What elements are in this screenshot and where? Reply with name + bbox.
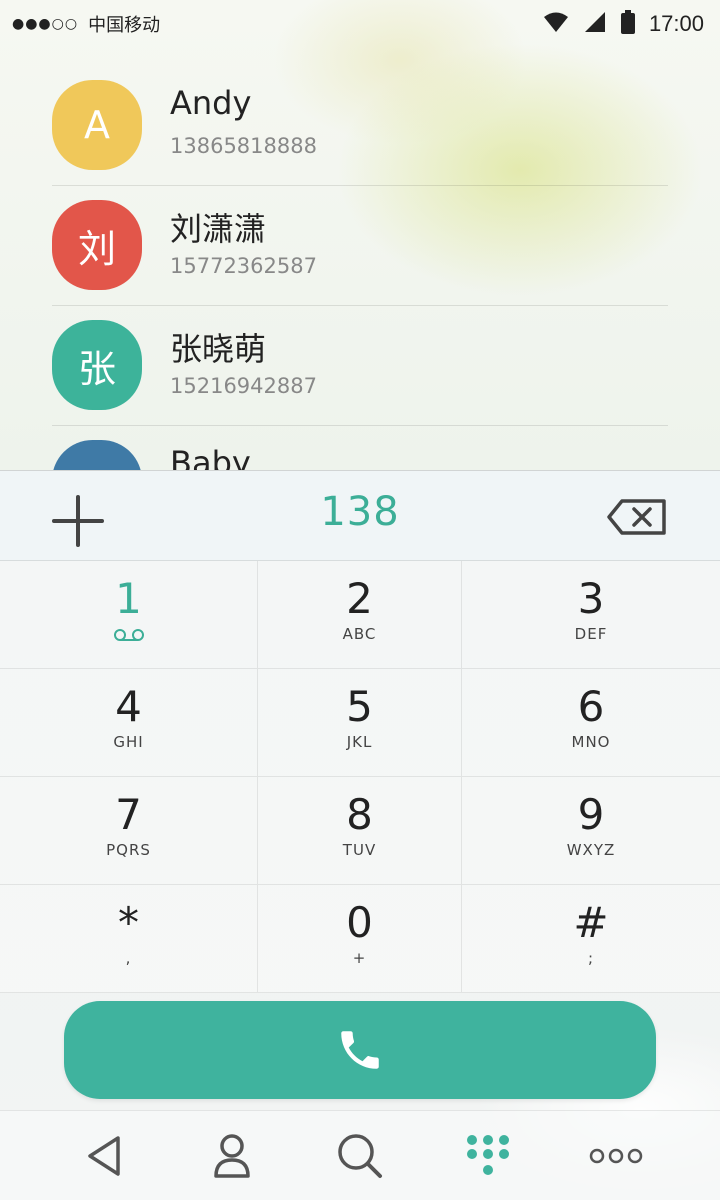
contact-name: 刘潇潇 (170, 210, 267, 248)
call-button[interactable] (64, 1001, 656, 1099)
contact-avatar: 刘 (52, 200, 142, 290)
keypad: 1 2 ABC 3 DEF 4 GHI 5 JKL 6 MNO 7 PQRS 8… (0, 561, 720, 993)
key-letters: WXYZ (566, 841, 616, 859)
contact-name: Baby (170, 444, 251, 470)
carrier-name: 中国移动 (88, 15, 161, 36)
contact-phone: 15216942887 (170, 374, 317, 398)
contact-phone: 13865818888 (170, 134, 317, 158)
key-0[interactable]: 0 + (258, 885, 462, 993)
call-area (0, 993, 720, 1099)
dialpad-icon (467, 1134, 509, 1175)
key-digit: * (118, 898, 139, 947)
cellular-signal-icon (583, 11, 607, 38)
nav-back-button[interactable] (72, 1124, 136, 1188)
key-9[interactable]: 9 WXYZ (462, 777, 720, 885)
key-digit: 7 (115, 790, 142, 839)
key-letters: GHI (113, 733, 144, 751)
key-7[interactable]: 7 PQRS (0, 777, 258, 885)
contact-item[interactable]: B Baby (52, 426, 668, 470)
key-digit: 6 (577, 682, 605, 731)
battery-icon (620, 9, 635, 39)
status-icons: 17:00 (543, 9, 704, 39)
nav-dialpad-button[interactable] (456, 1124, 520, 1188)
dialer-panel: 138 1 2 ABC 3 DEF 4 GHI 5 JKL 6 MNO 7 PQ… (0, 470, 720, 1110)
key-letters: JKL (346, 733, 373, 751)
key-4[interactable]: 4 GHI (0, 669, 258, 777)
key-letters: ; (587, 949, 595, 967)
contact-item[interactable]: A Andy 13865818888 (52, 66, 668, 186)
contact-list: A Andy 13865818888 刘 刘潇潇 15772362587 张 张… (0, 66, 720, 470)
more-icon (589, 1148, 643, 1163)
nav-contacts-button[interactable] (200, 1124, 264, 1188)
key-letters: ABC (342, 625, 377, 643)
key-letters: , (125, 949, 132, 967)
search-icon (338, 1133, 382, 1178)
key-digit: 1 (115, 574, 142, 623)
key-digit: 8 (346, 790, 373, 839)
contact-name: Andy (170, 84, 252, 122)
key-6[interactable]: 6 MNO (462, 669, 720, 777)
backspace-icon (607, 499, 666, 535)
nav-search-button[interactable] (328, 1124, 392, 1188)
key-digit: 9 (577, 790, 605, 839)
key-1[interactable]: 1 (0, 561, 258, 669)
key-digit: # (573, 898, 609, 947)
key-3[interactable]: 3 DEF (462, 561, 720, 669)
key-digit: 4 (115, 682, 142, 731)
status-bar: ●●●○○ 中国移动 17:00 (0, 0, 720, 48)
back-icon (88, 1135, 120, 1176)
wifi-icon (543, 11, 569, 38)
signal-strength-dots: ●●●○○ (12, 16, 79, 32)
key-letters: PQRS (106, 841, 151, 859)
number-display-row: 138 (0, 471, 720, 561)
key-letters: MNO (571, 733, 611, 751)
key-letters: DEF (574, 625, 608, 643)
contact-item[interactable]: 刘 刘潇潇 15772362587 (52, 186, 668, 306)
clock: 17:00 (648, 11, 704, 36)
bottom-nav (0, 1110, 720, 1200)
key-digit: 0 (346, 898, 373, 947)
key-letters: + (352, 949, 367, 967)
key-digit: 5 (346, 682, 373, 731)
contact-avatar: B (52, 440, 142, 470)
key-2[interactable]: 2 ABC (258, 561, 462, 669)
phone-icon (341, 1031, 379, 1069)
contacts-icon (214, 1133, 250, 1178)
key-digit: 3 (577, 574, 605, 623)
contact-item[interactable]: 张 张晓萌 15216942887 (52, 306, 668, 426)
key-5[interactable]: 5 JKL (258, 669, 462, 777)
key-letters: TUV (342, 841, 377, 859)
key-8[interactable]: 8 TUV (258, 777, 462, 885)
key-digit: 2 (346, 574, 373, 623)
voicemail-icon (113, 627, 145, 646)
key-star[interactable]: * , (0, 885, 258, 993)
contact-phone: 15772362587 (170, 254, 317, 278)
contact-avatar: 张 (52, 320, 142, 410)
contact-name: 张晓萌 (170, 330, 267, 368)
contact-avatar: A (52, 80, 142, 170)
nav-more-button[interactable] (584, 1124, 648, 1188)
backspace-button[interactable] (606, 498, 668, 536)
key-hash[interactable]: # ; (462, 885, 720, 993)
